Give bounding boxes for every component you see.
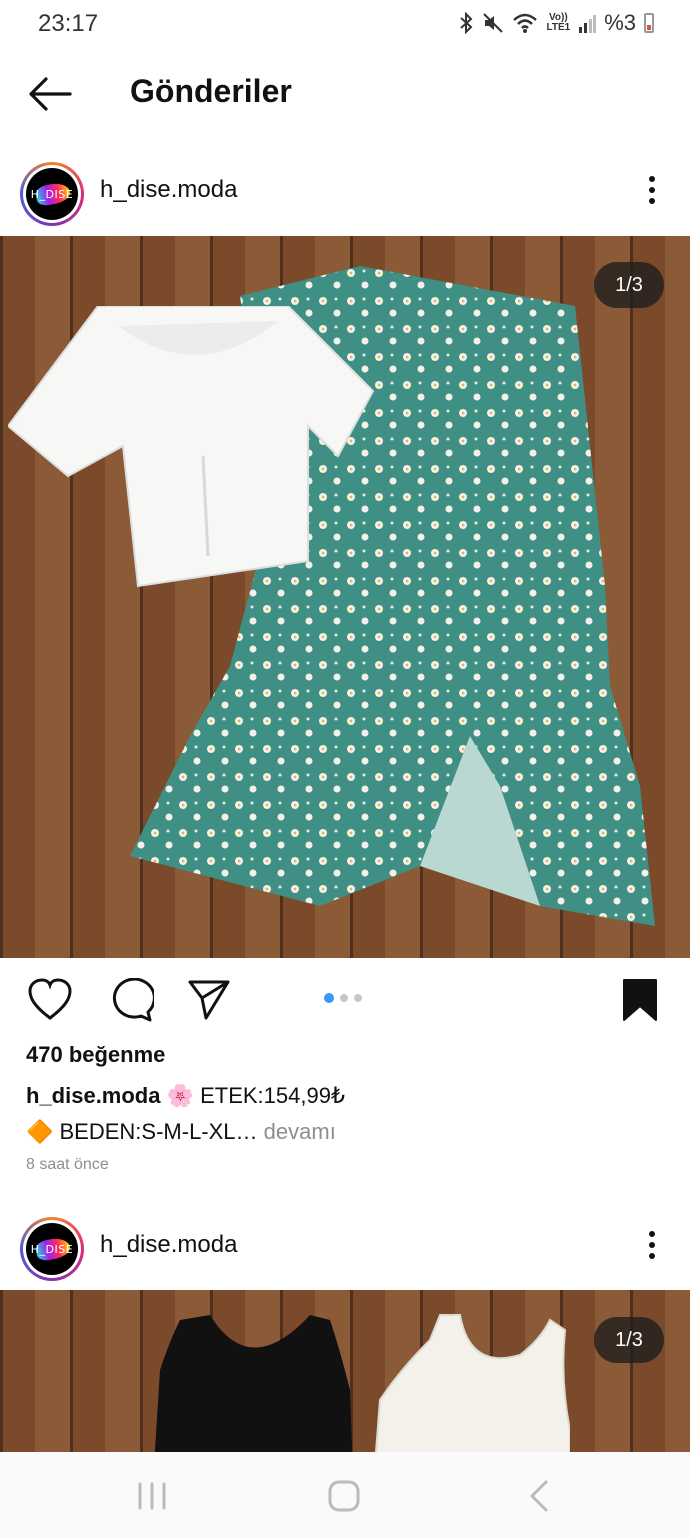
post-image[interactable]: 1/3: [0, 236, 690, 958]
black-tank-image: [154, 1315, 353, 1452]
back-button[interactable]: [26, 74, 74, 114]
avatar[interactable]: H_DISE: [20, 162, 84, 226]
caption-line2: 🔶 BEDEN:S-M-L-XL…: [26, 1119, 258, 1144]
post-header: H_DISE h_dise.moda: [0, 142, 690, 238]
signal-icon: [579, 15, 597, 33]
post-header: H_DISE h_dise.moda: [0, 1197, 690, 1293]
bluetooth-icon: [460, 12, 473, 34]
avatar-text: H_DISE: [30, 1242, 74, 1256]
back-arrow-icon: [29, 77, 72, 111]
battery-icon: [644, 13, 654, 33]
comment-icon: [112, 977, 156, 1022]
back-nav-button[interactable]: [520, 1476, 560, 1516]
comment-button[interactable]: [106, 977, 156, 1022]
image-counter: 1/3: [594, 262, 664, 308]
caption-more-link[interactable]: devamı: [258, 1119, 336, 1144]
more-vertical-icon[interactable]: [640, 172, 664, 208]
carousel-dot: [324, 993, 334, 1003]
caption: h_dise.moda 🌸 ETEK:154,99₺ 🔶 BEDEN:S-M-L…: [26, 1078, 666, 1150]
bookmark-icon: [623, 979, 657, 1021]
status-time: 23:17: [38, 10, 99, 37]
more-vertical-icon[interactable]: [640, 1227, 664, 1263]
avatar-text: H_DISE: [30, 187, 74, 201]
page-title: Gönderiler: [130, 73, 292, 109]
lte-indicator: Vo)) LTE1: [546, 13, 570, 33]
recent-apps-icon: [138, 1482, 166, 1510]
caption-username[interactable]: h_dise.moda: [26, 1083, 160, 1108]
home-button[interactable]: [324, 1476, 364, 1516]
username[interactable]: h_dise.moda: [100, 1231, 237, 1259]
back-nav-icon: [530, 1480, 548, 1512]
lte-bottom: LTE1: [546, 22, 571, 33]
wifi-icon: [513, 13, 538, 33]
carousel-dots: [324, 993, 362, 1003]
battery-percent: %3: [604, 10, 636, 35]
top-image: [8, 306, 375, 588]
heart-icon: [28, 978, 72, 1020]
post-timestamp: 8 saat önce: [26, 1156, 109, 1173]
avatar[interactable]: H_DISE: [20, 1217, 84, 1281]
status-bar: 23:17 Vo)) LTE1 %3: [0, 0, 690, 48]
white-tank-image: [374, 1314, 570, 1452]
mute-icon: [483, 13, 504, 33]
likes-count[interactable]: 470 beğenme: [26, 1042, 165, 1068]
system-nav-bar: [0, 1452, 690, 1538]
caption-line1: 🌸 ETEK:154,99₺: [160, 1083, 345, 1108]
save-button[interactable]: [618, 978, 666, 1022]
home-icon: [328, 1480, 360, 1512]
image-counter: 1/3: [594, 1317, 664, 1363]
share-button[interactable]: [186, 978, 234, 1022]
status-icons: Vo)) LTE1 %3: [458, 10, 654, 36]
carousel-dot: [354, 994, 362, 1002]
username[interactable]: h_dise.moda: [100, 176, 237, 204]
carousel-dot: [340, 994, 348, 1002]
post-image[interactable]: 1/3: [0, 1290, 690, 1452]
recent-apps-button[interactable]: [132, 1476, 172, 1516]
post-actions: [0, 960, 690, 1040]
share-icon: [188, 980, 230, 1020]
like-button[interactable]: [26, 978, 74, 1022]
header: Gönderiler: [0, 48, 690, 138]
